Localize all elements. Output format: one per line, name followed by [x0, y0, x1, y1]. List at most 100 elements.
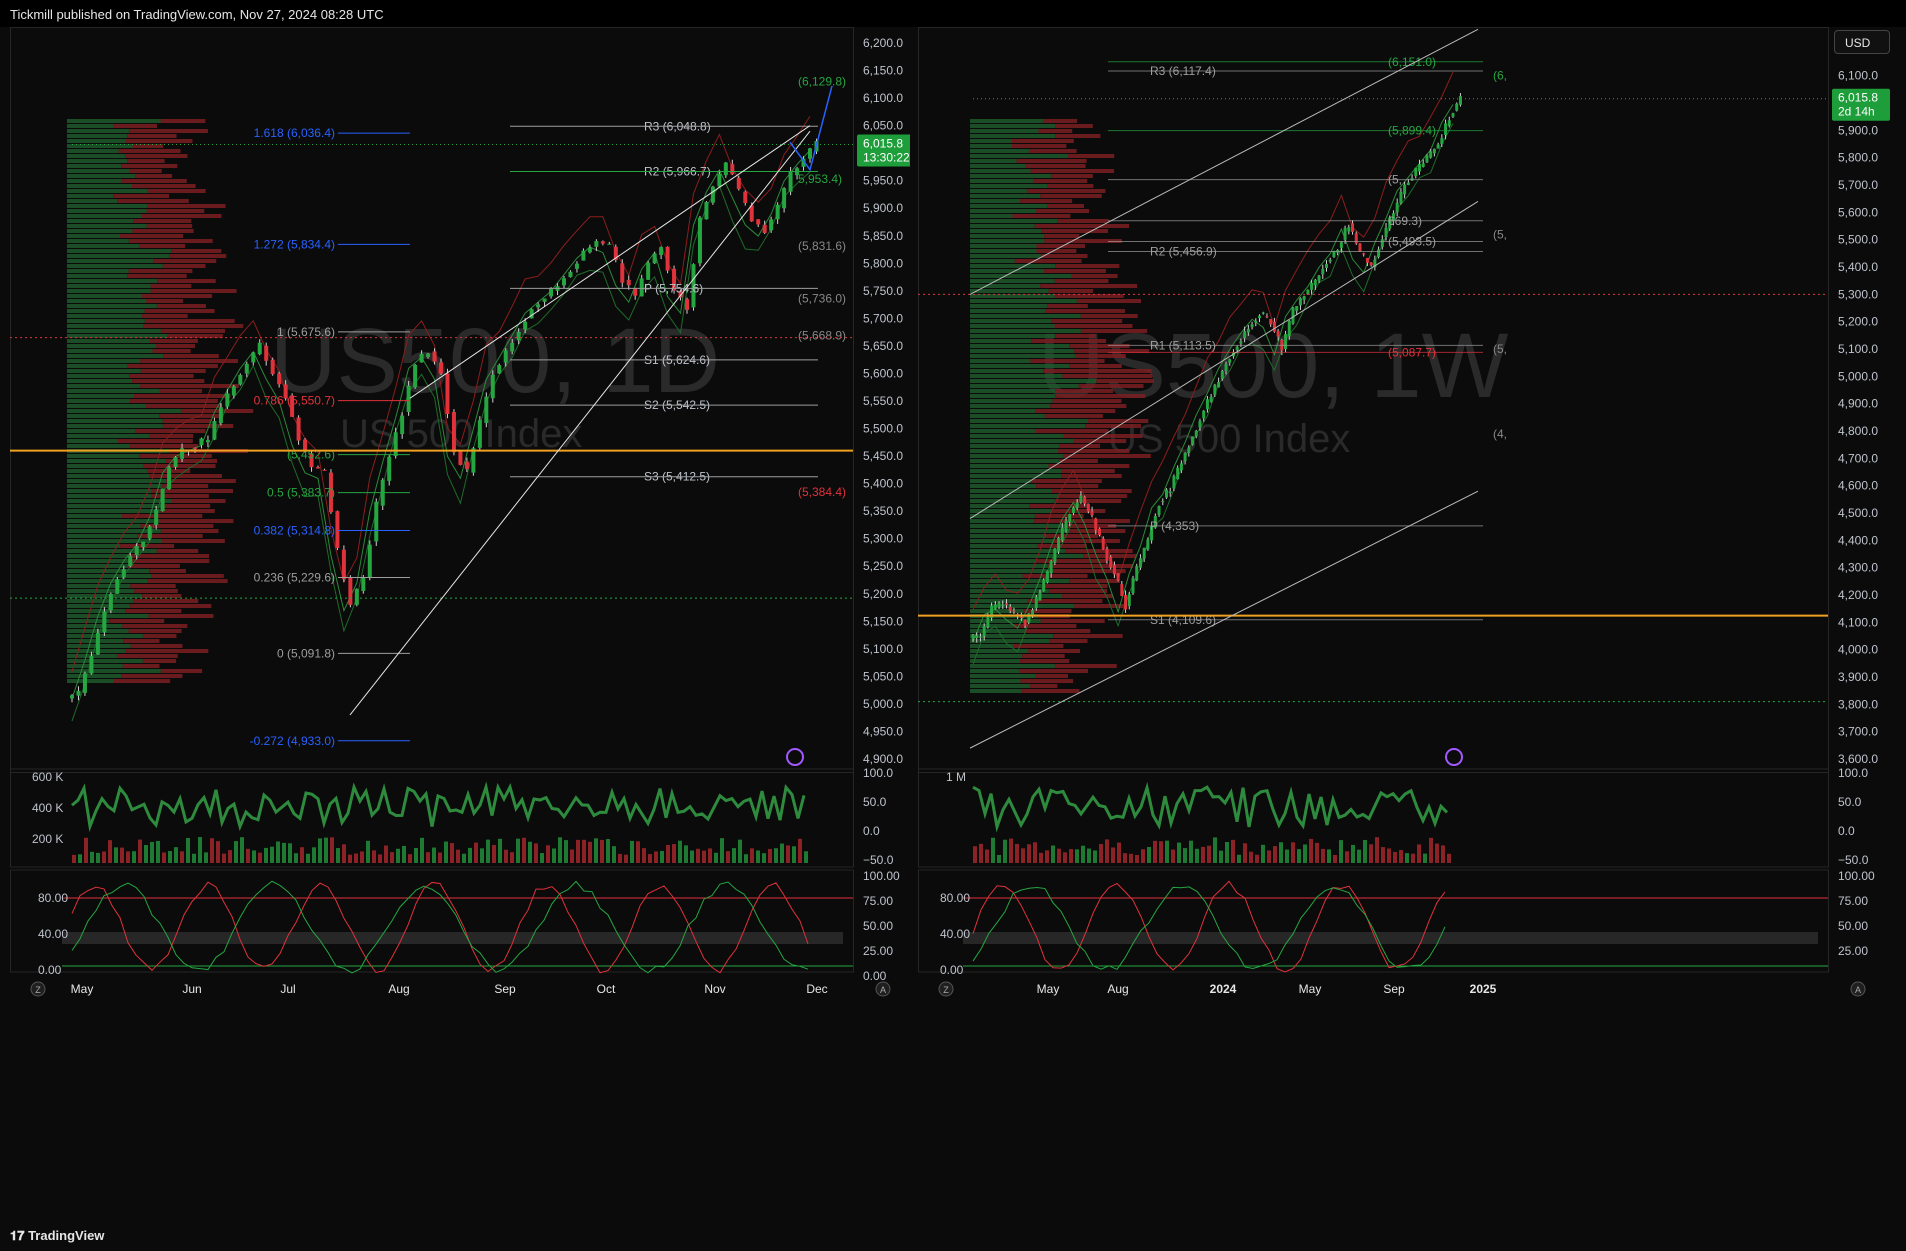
- volume-profile-bar-up: [67, 219, 134, 223]
- price-tick: 4,700.0: [1838, 451, 1878, 465]
- volume-profile-bar-up: [970, 439, 1074, 443]
- volume-bar: [1435, 843, 1439, 863]
- volume-bar: [1231, 839, 1235, 863]
- candle: [1086, 503, 1090, 512]
- candle: [1202, 410, 1206, 419]
- volume-profile-bar-up: [970, 594, 1063, 598]
- volume-bar: [774, 848, 778, 863]
- price-tick: 5,700.0: [1838, 178, 1878, 192]
- price-tick: 5,900.0: [1838, 123, 1878, 137]
- candle: [723, 162, 728, 176]
- candle: [743, 191, 748, 204]
- candle: [1295, 306, 1299, 311]
- volume-profile-bar-up: [970, 559, 1037, 563]
- volume-profile-bar-down: [1080, 329, 1148, 333]
- volume-bar: [216, 841, 220, 863]
- left-chart-panel[interactable]: US500, 1DUS 500 Index6,200.06,150.06,100…: [10, 27, 910, 1220]
- volume-bar: [1147, 847, 1151, 863]
- volume-profile-bar-up: [67, 259, 154, 263]
- volume-profile-bar-up: [67, 139, 126, 143]
- volume-profile-bar-down: [1073, 439, 1127, 443]
- volume-bar: [144, 844, 148, 863]
- volume-profile-bar-up: [67, 374, 130, 378]
- stoch-right-tick: 100.00: [1838, 869, 1875, 883]
- volume-profile-bar-down: [1059, 444, 1101, 448]
- volume-profile-bar-up: [67, 134, 128, 138]
- side-label: (5,384.4): [798, 485, 846, 499]
- volume-profile-bar-down: [171, 499, 226, 503]
- currency-button[interactable]: USD: [1834, 30, 1890, 54]
- volume-profile-bar-down: [160, 329, 225, 333]
- volume-profile-bar-up: [970, 419, 1089, 423]
- volume-profile-bar-up: [970, 549, 1066, 553]
- volume-profile-bar-up: [67, 399, 131, 403]
- volume-profile-bar-down: [150, 339, 198, 343]
- last-price-text: 6,015.8: [863, 136, 903, 150]
- candle: [1306, 289, 1310, 295]
- volume-profile-bar-up: [970, 454, 1064, 458]
- candle: [244, 363, 249, 374]
- volume-profile-bar-down: [1034, 224, 1130, 228]
- volume-profile-bar-up: [970, 399, 1053, 403]
- candle: [542, 298, 547, 302]
- volume-profile-bar-down: [1071, 274, 1118, 278]
- volume-bar: [738, 839, 742, 863]
- volume-profile-bar-up: [67, 584, 131, 588]
- volume-profile-bar-up: [970, 259, 1015, 263]
- candle: [1217, 382, 1221, 388]
- volume-profile-bar-down: [159, 414, 219, 418]
- volume-profile-bar-down: [1080, 314, 1138, 318]
- fib-label: 1.272 (5,834.4): [254, 237, 335, 251]
- candle: [1198, 420, 1202, 428]
- osc1-right-tick: 50.0: [1838, 795, 1862, 809]
- volume-profile-bar-down: [1044, 414, 1103, 418]
- volume-profile-bar-down: [1062, 374, 1153, 378]
- volume-profile-bar-down: [151, 574, 224, 578]
- volume-profile-bar-down: [131, 184, 196, 188]
- candle: [1064, 520, 1068, 532]
- volume-bar: [1075, 849, 1079, 863]
- volume-profile-bar-up: [970, 299, 1077, 303]
- volume-profile-bar-up: [67, 569, 150, 573]
- volume-profile-bar-down: [1063, 454, 1151, 458]
- stoch-left-tick: 80.00: [940, 891, 970, 905]
- volume-profile-bar-up: [67, 334, 168, 338]
- volume-bar: [408, 854, 412, 863]
- candle: [1120, 584, 1124, 596]
- candle: [652, 253, 657, 264]
- candle: [607, 243, 612, 245]
- volume-profile-bar-up: [970, 434, 1064, 438]
- volume-profile-bar-up: [67, 484, 163, 488]
- volume-profile-bar-up: [67, 679, 114, 683]
- volume-bar: [979, 843, 983, 863]
- volume-profile-bar-up: [970, 179, 1034, 183]
- volume-profile-bar-up: [970, 664, 1055, 668]
- volume-profile-bar-down: [123, 639, 160, 643]
- time-tick: Jun: [182, 982, 201, 996]
- volume-bar: [1003, 839, 1007, 863]
- price-tick: 4,100.0: [1838, 615, 1878, 629]
- price-tick: 5,000.0: [863, 697, 903, 711]
- volume-bar: [1321, 848, 1325, 863]
- volume-profile-bar-up: [67, 429, 136, 433]
- candle: [1001, 604, 1005, 606]
- volume-bar: [1285, 849, 1289, 863]
- candle: [1075, 502, 1079, 508]
- volume-bar: [1123, 853, 1127, 863]
- right-chart-panel[interactable]: US500, 1WUS 500 Index6,200.06,100.06,000…: [918, 27, 1906, 1220]
- auto-label: A: [1855, 985, 1861, 995]
- price-tick: 6,100.0: [1838, 69, 1878, 83]
- volume-bar: [444, 841, 448, 863]
- volume-profile-bar-down: [1012, 214, 1071, 218]
- candle: [626, 279, 631, 286]
- candle: [147, 526, 152, 539]
- volume-profile-bar-down: [1044, 239, 1122, 243]
- volume-profile-bar-down: [130, 644, 183, 648]
- volume-bar: [1087, 848, 1091, 863]
- volume-profile-bar-up: [67, 129, 130, 133]
- volume-profile-bar-up: [970, 569, 1054, 573]
- volume-profile-bar-up: [67, 194, 114, 198]
- candle: [1284, 334, 1288, 350]
- candle: [1060, 527, 1064, 541]
- candle: [659, 247, 664, 256]
